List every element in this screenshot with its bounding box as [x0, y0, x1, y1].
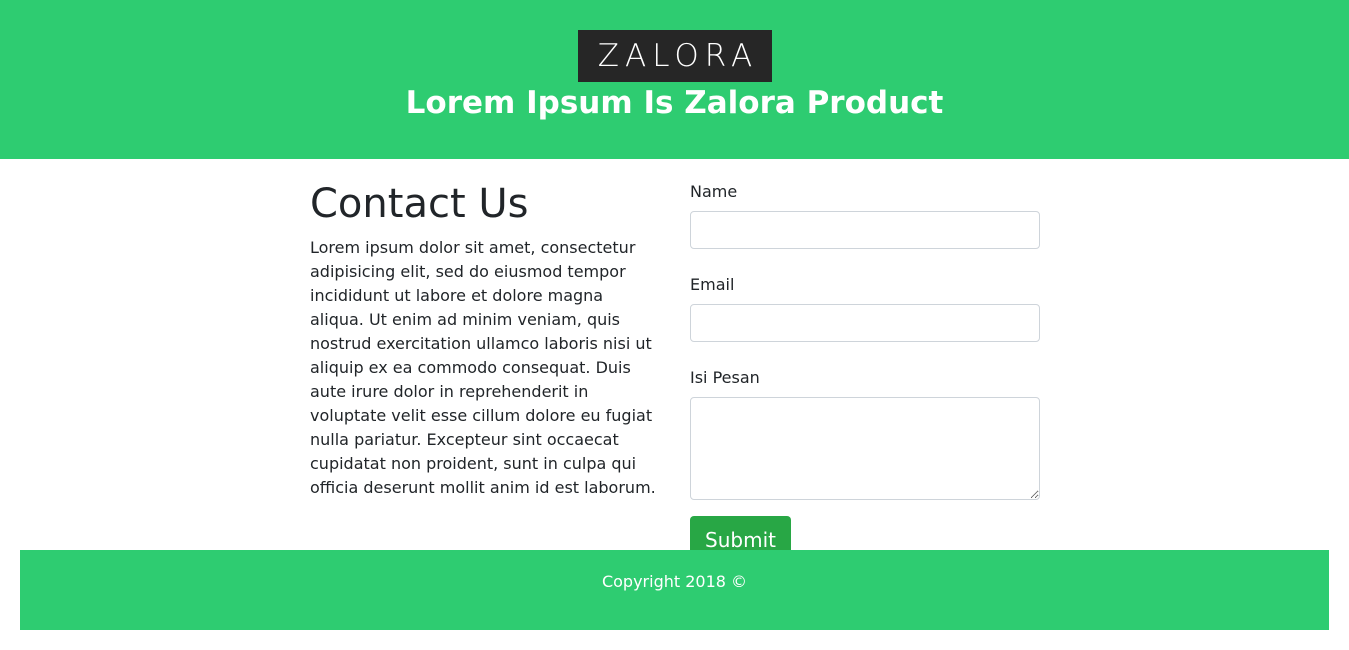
copyright-text: Copyright 2018 ©	[601, 572, 748, 591]
message-label: Isi Pesan	[690, 368, 760, 387]
name-group: Name	[690, 180, 1040, 249]
contact-info: Contact Us Lorem ipsum dolor sit amet, c…	[310, 180, 660, 500]
message-group: Isi Pesan	[690, 366, 1040, 500]
zalora-logo[interactable]: ZALORA	[578, 30, 772, 82]
name-label: Name	[690, 182, 738, 201]
contact-description: Lorem ipsum dolor sit amet, consectetur …	[310, 238, 656, 497]
page-title: Contact Us	[310, 181, 529, 227]
email-label: Email	[690, 275, 735, 294]
site-footer: Copyright 2018 ©	[20, 550, 1329, 630]
header-tagline: Lorem Ipsum Is Zalora Product	[405, 85, 944, 121]
message-textarea[interactable]	[690, 397, 1040, 500]
site-header: ZALORA Lorem Ipsum Is Zalora Product	[0, 0, 1349, 159]
name-field[interactable]	[690, 211, 1040, 249]
email-field[interactable]	[690, 304, 1040, 342]
email-group: Email	[690, 273, 1040, 342]
contact-form: Name Email Isi Pesan Submit	[690, 180, 1040, 564]
